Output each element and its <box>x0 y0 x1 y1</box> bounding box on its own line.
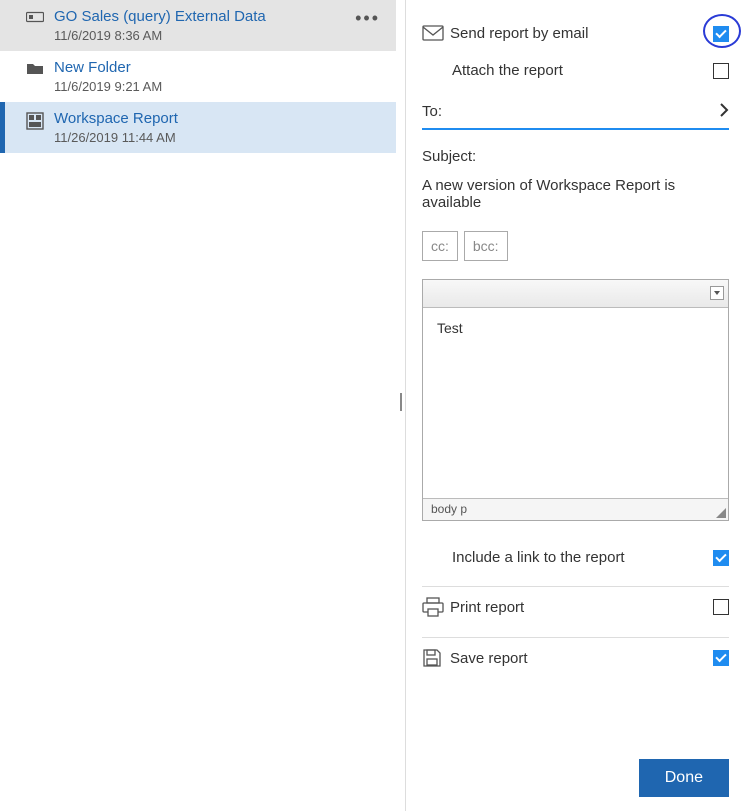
print-report-checkbox[interactable] <box>713 599 729 615</box>
file-meta: 11/6/2019 9:21 AM <box>54 79 386 94</box>
file-item-go-sales[interactable]: GO Sales (query) External Data 11/6/2019… <box>0 0 396 51</box>
save-report-row: Save report <box>422 637 729 678</box>
subject-label: Subject: <box>422 148 729 165</box>
editor-toolbar <box>423 280 728 308</box>
rich-text-editor: Test body p <box>422 279 729 521</box>
file-item-workspace-report[interactable]: Workspace Report 11/26/2019 11:44 AM <box>0 102 396 153</box>
send-by-email-checkbox[interactable] <box>713 26 729 42</box>
file-list: GO Sales (query) External Data 11/6/2019… <box>0 0 396 811</box>
send-by-email-row: Send report by email <box>422 14 729 52</box>
folder-icon <box>20 59 50 75</box>
save-icon <box>422 648 450 668</box>
file-name: Workspace Report <box>54 110 386 128</box>
include-link-checkbox[interactable] <box>713 550 729 566</box>
include-link-row: Include a link to the report <box>422 539 729 576</box>
bcc-button[interactable]: bcc: <box>464 231 508 261</box>
print-report-row: Print report <box>422 586 729 627</box>
delivery-panel: Send report by email Attach the report T… <box>405 0 745 811</box>
resize-handle-icon[interactable] <box>716 508 726 518</box>
selection-bar <box>0 102 5 153</box>
report-icon <box>20 8 50 24</box>
file-item-new-folder[interactable]: New Folder 11/6/2019 9:21 AM <box>0 51 396 102</box>
subject-value: A new version of Workspace Report is ava… <box>422 177 729 211</box>
envelope-icon <box>422 25 450 41</box>
done-button[interactable]: Done <box>639 759 729 797</box>
kebab-menu-icon[interactable]: ••• <box>349 8 386 29</box>
pane-divider[interactable] <box>396 0 405 811</box>
file-meta: 11/6/2019 8:36 AM <box>54 28 349 43</box>
save-report-checkbox[interactable] <box>713 650 729 666</box>
editor-status-bar: body p <box>423 498 728 520</box>
to-row[interactable]: To: <box>422 89 729 130</box>
file-meta: 11/26/2019 11:44 AM <box>54 130 386 145</box>
file-name: New Folder <box>54 59 386 77</box>
cc-button[interactable]: cc: <box>422 231 458 261</box>
chevron-right-icon <box>719 103 729 120</box>
file-name: GO Sales (query) External Data <box>54 8 349 26</box>
editor-body[interactable]: Test <box>423 308 728 498</box>
toolbar-dropdown-icon[interactable] <box>710 286 724 300</box>
attach-report-row: Attach the report <box>422 52 729 89</box>
attach-report-checkbox[interactable] <box>713 63 729 79</box>
printer-icon <box>422 597 450 617</box>
workspace-icon <box>20 110 50 130</box>
